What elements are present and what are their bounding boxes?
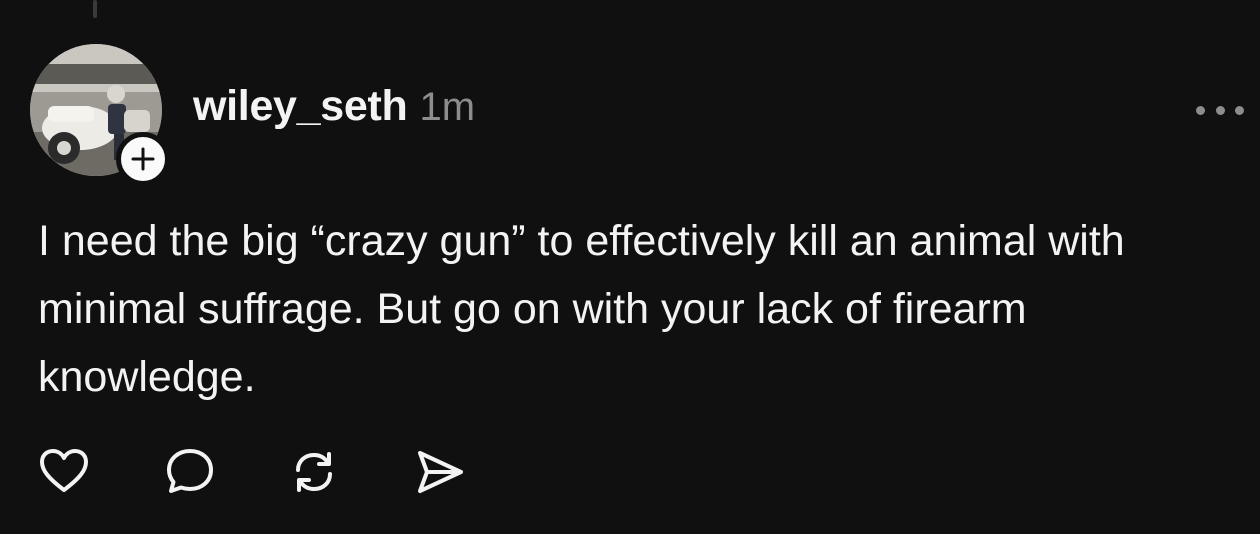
post-header: wiley_seth 1m bbox=[193, 82, 475, 134]
post-text: I need the big “crazy gun” to effectivel… bbox=[38, 217, 1125, 401]
plus-icon bbox=[131, 147, 155, 171]
repost-icon bbox=[296, 452, 332, 492]
share-button[interactable] bbox=[412, 444, 468, 500]
username[interactable]: wiley_seth bbox=[193, 82, 408, 131]
like-button[interactable] bbox=[36, 444, 92, 500]
thread-connector-line bbox=[93, 0, 97, 18]
more-horizontal-icon bbox=[1215, 105, 1225, 115]
more-horizontal-icon bbox=[1196, 105, 1205, 115]
more-horizontal-icon bbox=[1235, 105, 1244, 115]
comment-icon bbox=[167, 449, 213, 493]
repost-button[interactable] bbox=[286, 444, 342, 500]
follow-button[interactable] bbox=[116, 132, 170, 186]
more-options-button[interactable] bbox=[1196, 96, 1244, 124]
send-icon bbox=[418, 451, 463, 493]
reply-button[interactable] bbox=[162, 444, 218, 500]
timestamp: 1m bbox=[419, 85, 476, 129]
heart-icon bbox=[40, 449, 88, 492]
